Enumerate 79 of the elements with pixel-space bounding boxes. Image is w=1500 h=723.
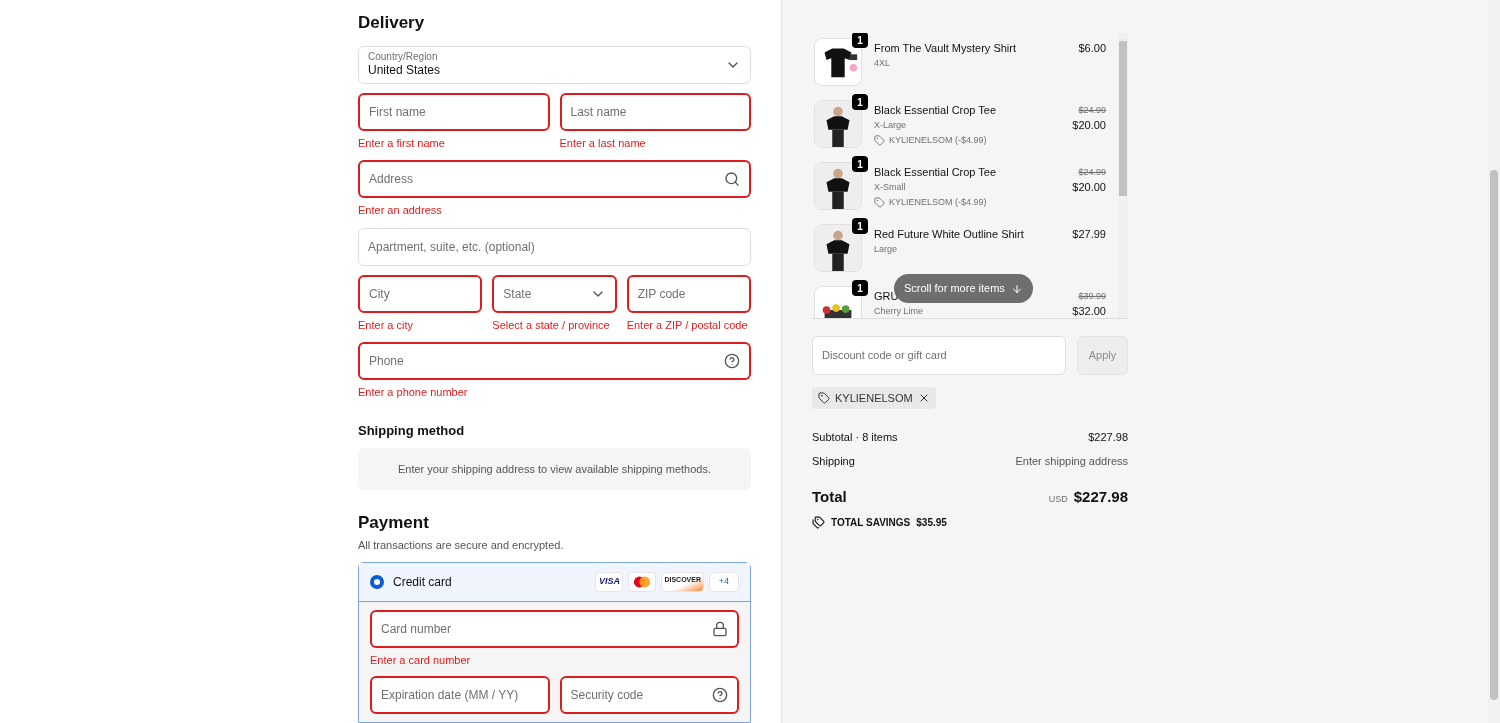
field-value: United States (368, 63, 442, 79)
error-message: Enter a ZIP / postal code (626, 317, 749, 333)
error-message: Enter a phone number (358, 385, 469, 401)
tag-icon (874, 197, 885, 208)
discount-field[interactable]: Discount code or gift card (812, 336, 1066, 375)
input-field[interactable]: First name (358, 92, 550, 131)
error-message: Select a state / province (492, 317, 611, 333)
input-field[interactable]: Expiration date (MM / YY) (370, 676, 550, 714)
tag-icon (874, 135, 885, 146)
currency-code: USD (1048, 493, 1068, 506)
original-price: $24.99 (1078, 104, 1106, 117)
item-price: $20.00 (1072, 180, 1106, 195)
field-label: Country/Region (368, 50, 439, 64)
item-name: Red Future White Outline Shirt (874, 227, 1024, 242)
input-field[interactable]: ZIP code (626, 274, 751, 313)
country-select[interactable]: Country/Region United States (358, 45, 751, 84)
page-scrollbar[interactable] (1488, 0, 1500, 723)
section-heading: Payment (358, 511, 430, 534)
card-brand-badge: VISA (595, 571, 624, 592)
section-heading: Shipping method (358, 421, 466, 440)
card-brand-icon (628, 571, 657, 592)
item-variant: X-Small (874, 181, 906, 194)
total-label: Total (812, 487, 847, 507)
item-variant: Large (874, 243, 898, 256)
summary-value: $227.98 (1088, 430, 1128, 445)
section-heading: Delivery (358, 12, 426, 34)
tag-icon (818, 392, 830, 404)
total-value: $227.98 (1073, 487, 1128, 507)
input-field[interactable]: City (358, 274, 483, 313)
item-name: Black Essential Crop Tee (874, 165, 997, 180)
error-message: Enter a city (358, 317, 415, 333)
input-field[interactable]: Address (358, 160, 751, 199)
item-variant: Cherry Lime (874, 305, 923, 318)
item-price: $27.99 (1072, 227, 1106, 242)
item-name: Black Essential Crop Tee (874, 103, 997, 118)
item-name: From The Vault Mystery Shirt (874, 41, 1017, 56)
savings-label: TOTAL SAVINGS (831, 515, 911, 530)
error-message: Enter a first name (358, 135, 446, 151)
input-field[interactable]: Apartment, suite, etc. (optional) (358, 227, 751, 266)
shipping-notice: Enter your shipping address to view available shipping methods. (358, 448, 751, 490)
more-brands-badge: +4 (709, 571, 739, 592)
lock-icon (712, 620, 728, 637)
select-field[interactable]: State (492, 274, 617, 313)
item-variant: X-Large (874, 119, 907, 132)
tags-icon (812, 515, 825, 529)
savings-value: $35.95 (916, 515, 947, 530)
help-icon (712, 687, 728, 703)
item-price: $20.00 (1072, 118, 1106, 133)
original-price: $39.99 (1078, 290, 1106, 303)
quantity-badge: 1 (852, 280, 868, 296)
item-discount: KYLIENELSOM (-$4.99) (889, 196, 987, 209)
input-field[interactable]: Card number (370, 609, 739, 648)
code-label: KYLIENELSOM (835, 390, 913, 406)
input-field[interactable]: Last name (559, 92, 751, 131)
quantity-badge: 1 (852, 218, 868, 234)
error-message: Enter a card number (370, 652, 472, 668)
quantity-badge: 1 (852, 33, 868, 48)
item-discount: KYLIENELSOM (-$4.99) (889, 134, 987, 147)
help-icon (724, 353, 740, 370)
quantity-badge: 1 (852, 156, 868, 172)
item-price: $32.00 (1072, 304, 1106, 318)
option-label: Credit card (393, 573, 453, 591)
input-field[interactable]: Phone (358, 342, 751, 381)
arrow-down-icon (1010, 282, 1023, 295)
scrollbar[interactable] (1118, 33, 1128, 318)
radio-button[interactable] (370, 574, 384, 589)
summary-label: Subtotal · 8 items (812, 430, 898, 445)
input-field[interactable]: Security code (559, 676, 739, 714)
search-icon (724, 171, 740, 188)
quantity-badge: 1 (852, 94, 868, 110)
summary-label: Shipping (812, 453, 855, 469)
original-price: $24.99 (1078, 166, 1106, 179)
error-message: Enter an address (358, 203, 443, 219)
section-subtitle: All transactions are secure and encrypted. (358, 538, 565, 553)
error-message: Enter a last name (559, 135, 647, 151)
item-variant: 4XL (874, 57, 890, 70)
summary-value: Enter shipping address (1015, 453, 1128, 469)
item-price: $6.00 (1078, 41, 1106, 56)
apply-button[interactable]: Apply (1077, 336, 1128, 375)
